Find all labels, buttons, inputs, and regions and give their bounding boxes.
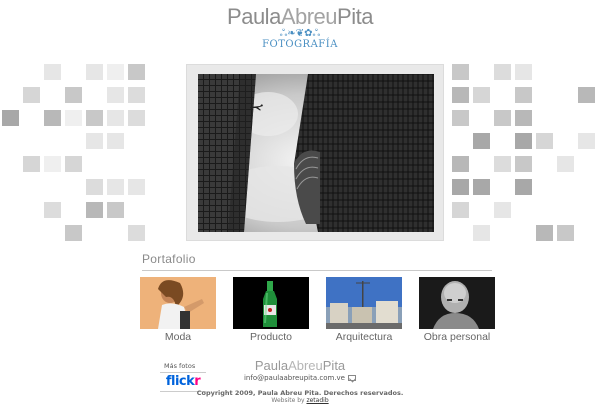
mosaic-tile xyxy=(452,179,469,195)
mosaic-tile xyxy=(515,110,532,126)
mosaic-tile xyxy=(452,156,469,172)
skyscraper-photo xyxy=(198,74,434,232)
footer-logo-paula: Paula xyxy=(254,358,289,373)
mosaic-tile xyxy=(452,202,469,218)
mosaic-tile xyxy=(86,202,103,218)
mosaic-tile xyxy=(515,179,532,195)
portfolio-title: Portafolio xyxy=(142,252,196,266)
footer-logo-pita: Pita xyxy=(322,358,346,373)
logo-part-paula: Paula xyxy=(227,4,281,29)
mosaic-tile xyxy=(44,156,61,172)
mosaic-tile xyxy=(86,133,103,149)
hero-frame xyxy=(186,64,444,241)
mosaic-left-decoration xyxy=(0,62,150,244)
mosaic-tile xyxy=(44,64,61,80)
mosaic-tile xyxy=(494,156,511,172)
mosaic-tile xyxy=(128,179,145,195)
thumb-label-moda[interactable]: Moda xyxy=(140,331,216,343)
mosaic-tile xyxy=(452,110,469,126)
mosaic-tile xyxy=(473,87,490,103)
mosaic-tile xyxy=(23,156,40,172)
mosaic-tile xyxy=(65,110,82,126)
credit-text: Website by zetadib xyxy=(0,397,600,404)
thumb-moda[interactable] xyxy=(140,277,216,329)
credit-prefix: Website by xyxy=(271,397,307,404)
portrait-photo-icon xyxy=(419,277,495,329)
site-subtitle: ஃ❧❦✿ஃ FOTOGRAFÍA xyxy=(0,28,600,50)
credit-link[interactable]: zetadib xyxy=(306,397,328,404)
portfolio-divider xyxy=(142,270,492,271)
mosaic-tile xyxy=(494,64,511,80)
footer-logo: PaulaAbreuPita xyxy=(0,358,600,373)
thumb-label-obra-personal[interactable]: Obra personal xyxy=(419,331,495,343)
mosaic-tile xyxy=(86,110,103,126)
mosaic-tile xyxy=(473,179,490,195)
mosaic-right-decoration xyxy=(450,62,600,244)
footer-email: info@paulaabreupita.com.ve xyxy=(0,374,600,382)
thumb-label-arquitectura[interactable]: Arquitectura xyxy=(326,331,402,343)
mosaic-tile xyxy=(65,225,82,241)
mosaic-tile xyxy=(86,179,103,195)
tagline: FOTOGRAFÍA xyxy=(262,39,338,50)
mosaic-tile xyxy=(578,87,595,103)
mosaic-tile xyxy=(452,64,469,80)
beer-bottle-photo-icon xyxy=(233,277,309,329)
mosaic-tile xyxy=(65,87,82,103)
mosaic-tile xyxy=(128,87,145,103)
email-link[interactable]: info@paulaabreupita.com.ve xyxy=(244,374,345,382)
mail-icon[interactable] xyxy=(348,375,356,381)
fashion-photo-icon xyxy=(140,277,216,329)
mosaic-tile xyxy=(128,225,145,241)
site-logo[interactable]: PaulaAbreuPita xyxy=(0,4,600,30)
mosaic-tile xyxy=(536,225,553,241)
thumb-label-producto[interactable]: Producto xyxy=(233,331,309,343)
mosaic-tile xyxy=(515,64,532,80)
mosaic-tile xyxy=(107,133,124,149)
mosaic-tile xyxy=(494,110,511,126)
mosaic-tile xyxy=(557,156,574,172)
mosaic-tile xyxy=(452,87,469,103)
mosaic-tile xyxy=(515,87,532,103)
mosaic-tile xyxy=(107,202,124,218)
mosaic-tile xyxy=(473,133,490,149)
mosaic-tile xyxy=(536,133,553,149)
mosaic-tile xyxy=(23,87,40,103)
mosaic-tile xyxy=(107,179,124,195)
mosaic-tile xyxy=(65,156,82,172)
thumb-arquitectura[interactable] xyxy=(326,277,402,329)
mosaic-tile xyxy=(128,64,145,80)
mosaic-tile xyxy=(107,110,124,126)
logo-part-abreu: Abreu xyxy=(280,4,338,29)
ornament-icon: ஃ❧❦✿ஃ xyxy=(279,28,321,39)
mosaic-tile xyxy=(107,64,124,80)
mosaic-tile xyxy=(494,202,511,218)
mosaic-tile xyxy=(515,133,532,149)
copyright-text: Copyright 2009, Paula Abreu Pita. Derech… xyxy=(196,389,404,397)
mosaic-tile xyxy=(107,87,124,103)
mosaic-tile xyxy=(128,110,145,126)
mosaic-tile xyxy=(86,64,103,80)
thumb-obra-personal[interactable] xyxy=(419,277,495,329)
mosaic-tile xyxy=(578,133,595,149)
mosaic-tile xyxy=(44,202,61,218)
mosaic-tile xyxy=(557,225,574,241)
buildings-photo-icon xyxy=(326,277,402,329)
mosaic-tile xyxy=(2,110,19,126)
thumb-producto[interactable] xyxy=(233,277,309,329)
mosaic-tile xyxy=(515,156,532,172)
mosaic-tile xyxy=(473,225,490,241)
hero-image xyxy=(198,74,434,232)
footer-logo-abreu: Abreu xyxy=(288,358,323,373)
logo-part-pita: Pita xyxy=(337,4,373,29)
mosaic-tile xyxy=(44,110,61,126)
